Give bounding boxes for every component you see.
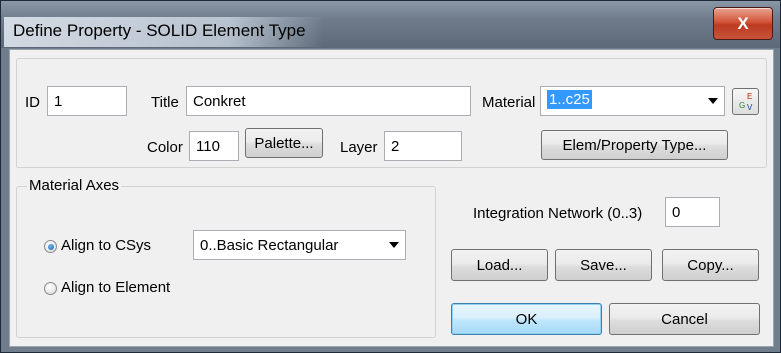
function-icon: E G V — [739, 92, 753, 112]
align-to-element-label[interactable]: Align to Element — [61, 279, 170, 296]
id-label: ID — [25, 94, 40, 111]
save-button[interactable]: Save... — [555, 249, 652, 281]
dialog-window: Define Property - SOLID Element Type X I… — [0, 0, 781, 353]
color-label: Color — [147, 139, 183, 156]
dialog-body: ID 1 Title Conkret Material 1..c25 E G V… — [9, 49, 774, 347]
chevron-down-icon — [708, 98, 718, 104]
material-value: 1..c25 — [547, 90, 592, 109]
close-button[interactable]: X — [713, 7, 773, 40]
copy-button[interactable]: Copy... — [662, 249, 759, 281]
title-bar[interactable]: Define Property - SOLID Element Type X — [1, 1, 780, 48]
title-input[interactable]: Conkret — [186, 86, 471, 116]
material-label: Material — [482, 94, 536, 111]
load-button[interactable]: Load... — [451, 249, 548, 281]
function-icon-right: V — [747, 103, 753, 112]
align-to-csys-label[interactable]: Align to CSys — [61, 237, 151, 254]
chevron-down-icon — [389, 242, 399, 248]
integration-network-input[interactable]: 0 — [665, 197, 720, 227]
function-icon-top: E — [747, 92, 752, 101]
layer-input[interactable]: 2 — [384, 131, 462, 161]
elem-property-type-button[interactable]: Elem/Property Type... — [541, 130, 728, 160]
title-label: Title — [151, 94, 179, 111]
csys-select[interactable]: 0..Basic Rectangular — [193, 230, 406, 260]
material-axes-legend: Material Axes — [27, 177, 122, 194]
layer-label: Layer — [340, 139, 378, 156]
align-to-element-radio[interactable] — [44, 282, 57, 295]
id-input[interactable]: 1 — [47, 86, 127, 116]
align-to-csys-radio[interactable] — [44, 240, 57, 253]
material-select[interactable]: 1..c25 — [540, 86, 725, 116]
window-title: Define Property - SOLID Element Type — [13, 21, 306, 40]
integration-network-label: Integration Network (0..3) — [473, 205, 643, 222]
material-axes-group: Material Axes — [16, 177, 436, 338]
close-icon: X — [737, 13, 749, 33]
ok-button[interactable]: OK — [451, 303, 602, 335]
color-input[interactable]: 110 — [189, 131, 239, 161]
csys-value: 0..Basic Rectangular — [200, 237, 339, 254]
material-function-button[interactable]: E G V — [732, 88, 759, 115]
function-icon-left: G — [739, 101, 745, 110]
palette-button[interactable]: Palette... — [245, 128, 323, 158]
cancel-button[interactable]: Cancel — [609, 303, 760, 335]
